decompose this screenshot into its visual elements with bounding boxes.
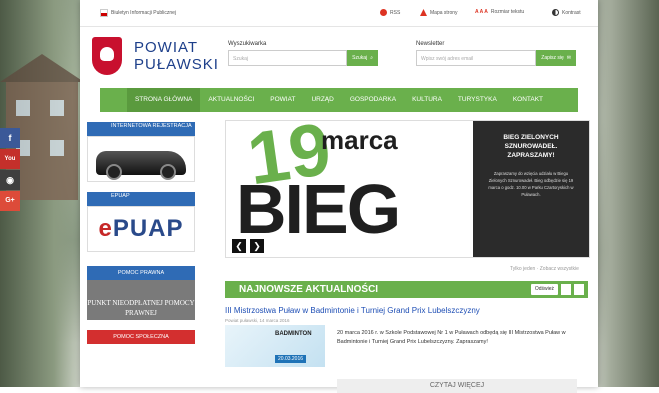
newsletter-input[interactable]: Wpisz swój adres email xyxy=(416,50,537,66)
contrast-link[interactable]: Kontrast xyxy=(552,9,581,16)
contrast-icon xyxy=(552,9,559,16)
car-image xyxy=(96,151,186,180)
registration-card[interactable]: INTERNETOWA REJESTRACJA xyxy=(87,122,195,182)
header: POWIAT PUŁAWSKI Wyszukiwarka Szukaj Szuk… xyxy=(80,27,598,89)
site-logo[interactable]: POWIAT PUŁAWSKI xyxy=(92,37,219,75)
read-more-button[interactable]: CZYTAJ WIĘCEJ xyxy=(337,379,577,393)
nav-economy[interactable]: GOSPODARKA xyxy=(342,88,404,112)
search-icon: ⌕ xyxy=(370,55,373,61)
text-size-control[interactable]: A A A Rozmiar tekstu xyxy=(475,9,524,15)
newsletter-box: Newsletter Wpisz swój adres email Zapisz… xyxy=(416,41,576,66)
nav-county[interactable]: POWIAT xyxy=(262,88,303,112)
news-excerpt: 20 marca 2016 r. w Szkole Podstawowej Nr… xyxy=(337,330,566,345)
news-section: NAJNOWSZE AKTUALNOŚCI Odśwież III Mistrz… xyxy=(225,281,588,393)
print-icon[interactable] xyxy=(574,284,584,295)
nav-culture[interactable]: KULTURA xyxy=(404,88,450,112)
nav-tourism[interactable]: TURYSTYKA xyxy=(450,88,505,112)
main-navigation: STRONA GŁÓWNA AKTUALNOŚCI POWIAT URZĄD G… xyxy=(100,88,578,112)
sitemap-icon xyxy=(420,9,427,16)
sitemap-link[interactable]: Mapa strony xyxy=(420,9,458,16)
slide-caption: BIEG ZIELONYCH SZNUROWADEŁ. ZAPRASZAMY! … xyxy=(473,121,589,257)
nav-contact[interactable]: KONTAKT xyxy=(505,88,551,112)
news-header: NAJNOWSZE AKTUALNOŚCI Odśwież xyxy=(225,281,588,298)
facebook-icon[interactable]: f xyxy=(0,128,20,148)
epuap-card[interactable]: EPUAP ePUAP xyxy=(87,192,195,252)
refresh-button[interactable]: Odśwież xyxy=(530,284,558,295)
left-column: INTERNETOWA REJESTRACJA EPUAP ePUAP POMO… xyxy=(87,122,195,354)
rss-icon xyxy=(380,9,387,16)
coat-of-arms-icon xyxy=(92,37,122,75)
pdf-icon[interactable] xyxy=(561,284,571,295)
nav-home[interactable]: STRONA GŁÓWNA xyxy=(126,88,201,112)
legal-aid-card[interactable]: POMOC PRAWNA PUNKT NIEODPŁATNEJ POMOCY P… xyxy=(87,266,195,320)
news-thumbnail[interactable]: BADMINTON 20.03.2016 xyxy=(225,325,325,367)
instagram-icon[interactable]: ◉ xyxy=(0,170,20,190)
google-plus-icon[interactable]: G+ xyxy=(0,191,20,211)
top-bar: Biuletyn Informacji Publicznej RSS Mapa … xyxy=(80,0,598,27)
nav-office[interactable]: URZĄD xyxy=(303,88,341,112)
bip-link[interactable]: Biuletyn Informacji Publicznej xyxy=(100,9,176,17)
news-title[interactable]: III Mistrzostwa Puław w Badmintonie i Tu… xyxy=(225,306,588,315)
hero-slider[interactable]: 19 marca BIEG BIEG ZIELONYCH SZNUROWADEŁ… xyxy=(225,120,590,258)
search-input[interactable]: Szukaj xyxy=(228,50,348,66)
mail-icon: ✉ xyxy=(566,55,571,61)
newsletter-button[interactable]: Zapisz się ✉ xyxy=(536,50,576,66)
slider-next-button[interactable]: ❯ xyxy=(250,239,264,253)
rss-link[interactable]: RSS xyxy=(380,9,400,16)
epuap-logo: ePUAP xyxy=(98,215,184,242)
nav-news[interactable]: AKTUALNOŚCI xyxy=(200,88,262,112)
slider-prev-button[interactable]: ❮ xyxy=(232,239,246,253)
slider-links[interactable]: Tylko jeden · Zobacz wszystkie xyxy=(510,266,579,272)
site-container: Biuletyn Informacji Publicznej RSS Mapa … xyxy=(80,0,598,393)
social-aid-card[interactable]: POMOC SPOŁECZNA xyxy=(87,330,195,344)
flag-icon xyxy=(100,9,108,17)
social-bar: f You ◉ G+ xyxy=(0,128,20,212)
text-size-icon[interactable]: A A A xyxy=(475,9,488,15)
youtube-icon[interactable]: You xyxy=(0,149,20,169)
search-button[interactable]: Szukaj ⌕ xyxy=(347,50,378,66)
news-date: Powiat puławski, 14 marca 2016 xyxy=(225,318,290,323)
search-box: Wyszukiwarka Szukaj Szukaj ⌕ xyxy=(228,41,378,66)
